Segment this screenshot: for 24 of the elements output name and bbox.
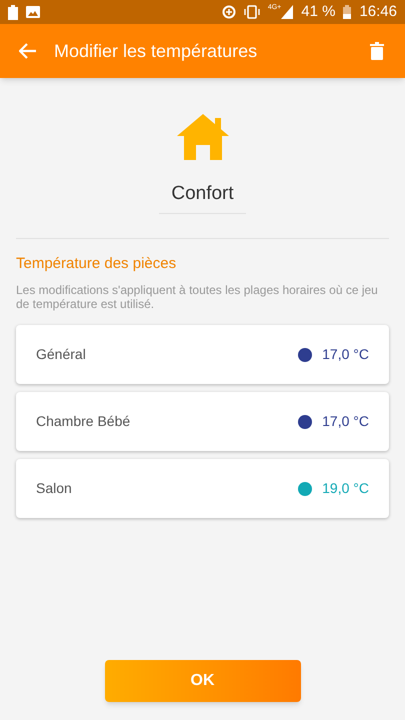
image-icon (26, 6, 40, 18)
vibrate-icon (244, 5, 260, 19)
room-card[interactable]: Salon 19,0 °C (16, 459, 389, 518)
screen-title: Modifier les températures (54, 40, 258, 63)
section-description: Les modifications s'appliquent à toutes les plages horaires où ce jeu de température est utilisé. (16, 283, 379, 311)
clock: 16:46 (359, 2, 397, 22)
room-name: Chambre Bébé (36, 412, 132, 431)
back-arrow-icon (19, 43, 37, 59)
battery-percent: 41 % (301, 2, 336, 22)
room-name: Salon (36, 479, 73, 498)
house-icon (174, 112, 230, 162)
room-card[interactable]: Général 17,0 °C (16, 325, 389, 384)
data-saver-icon (222, 5, 236, 19)
battery-icon (343, 5, 352, 19)
battery-saver-icon (8, 4, 18, 20)
room-temperature: 19,0 °C (322, 479, 369, 498)
signal-icon (281, 5, 294, 19)
room-temperature: 17,0 °C (322, 345, 369, 364)
trash-icon (370, 42, 384, 60)
preset-name-field[interactable]: Confort (159, 180, 246, 214)
room-name: Général (36, 345, 87, 364)
section-title: Température des pièces (16, 254, 178, 274)
room-card[interactable]: Chambre Bébé 17,0 °C (16, 392, 389, 451)
room-temperature: 17,0 °C (322, 412, 369, 431)
